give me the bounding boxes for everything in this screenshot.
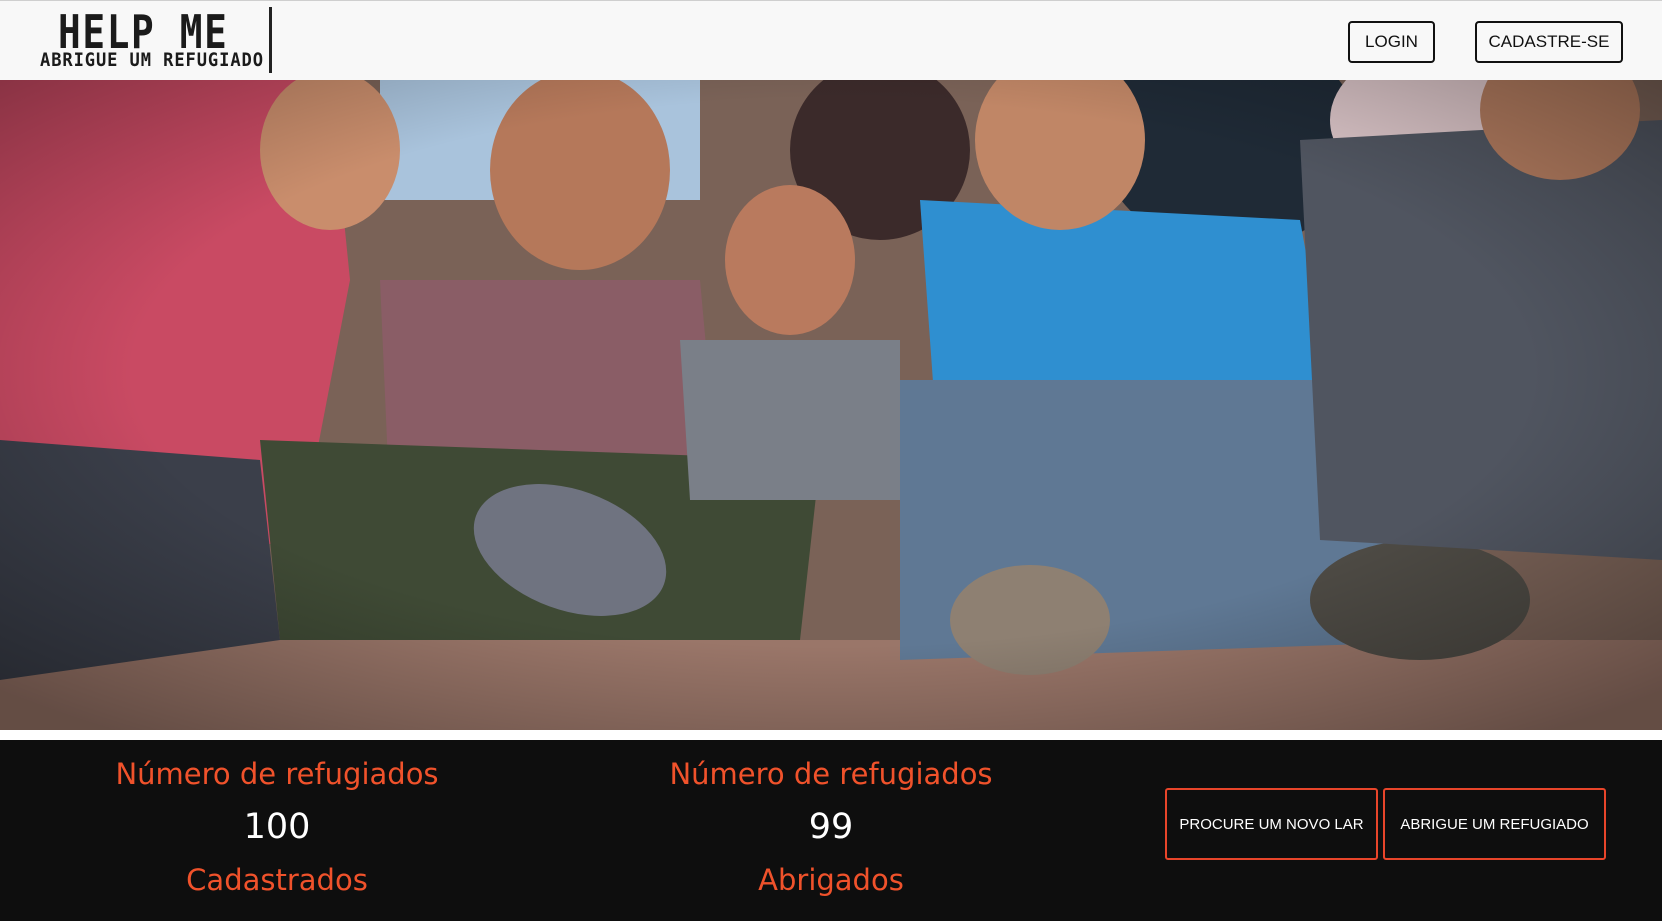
logo-subtitle: ABRIGUE UM REFUGIADO [40, 49, 264, 71]
login-button[interactable]: LOGIN [1348, 21, 1435, 63]
hero-image [0, 80, 1662, 730]
stat-registered-label: Número de refugiados [115, 757, 439, 791]
shelter-refugee-button[interactable]: ABRIGUE UM REFUGIADO [1383, 788, 1606, 860]
stat-registered-caption: Cadastrados [186, 863, 368, 897]
stats-bar: Número de refugiados 100 Cadastrados Núm… [0, 740, 1662, 921]
signup-button[interactable]: CADASTRE-SE [1475, 21, 1623, 63]
stat-sheltered-value: 99 [808, 807, 854, 847]
hero-divider [0, 730, 1662, 740]
stat-sheltered-caption: Abrigados [758, 863, 904, 897]
find-new-home-button[interactable]: PROCURE UM NOVO LAR [1165, 788, 1378, 860]
hero-photo-children [0, 80, 1662, 730]
site-logo[interactable]: HELP ME ABRIGUE UM REFUGIADO [40, 5, 272, 73]
stat-registered: Número de refugiados 100 Cadastrados [67, 754, 487, 900]
stat-sheltered: Número de refugiados 99 Abrigados [621, 754, 1041, 900]
stat-sheltered-label: Número de refugiados [669, 757, 993, 791]
top-navbar: HELP ME ABRIGUE UM REFUGIADO LOGIN CADAS… [0, 0, 1662, 80]
stat-registered-value: 100 [243, 807, 311, 847]
